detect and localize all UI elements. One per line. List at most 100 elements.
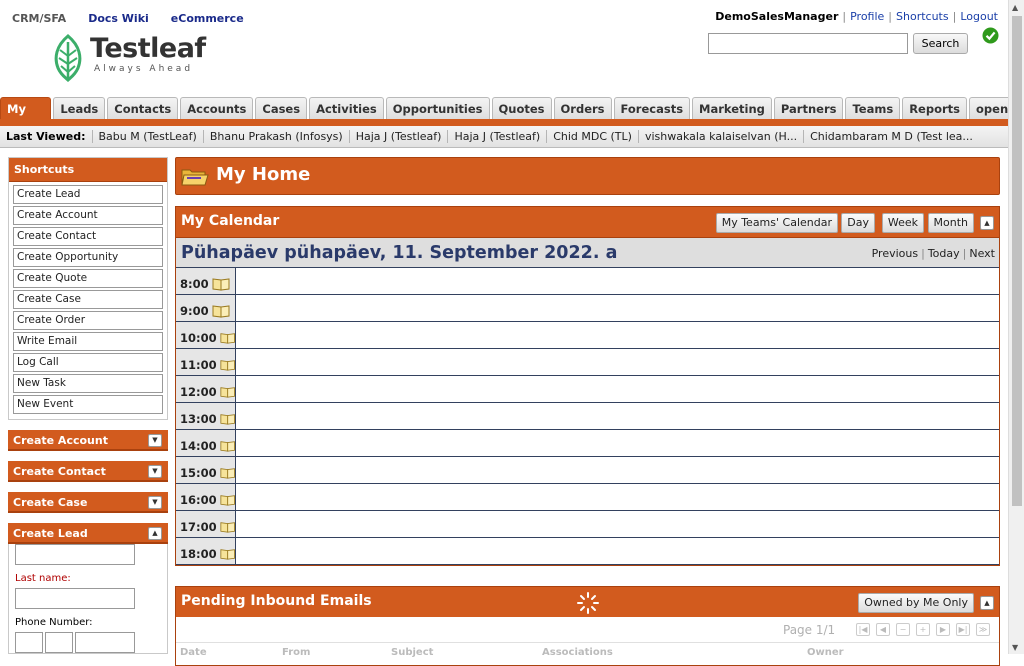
shortcut-write-email[interactable]: Write Email [13, 332, 163, 351]
hour-slot[interactable] [236, 376, 999, 402]
hour-slot[interactable] [236, 511, 999, 537]
column-subject[interactable]: Subject [391, 647, 433, 658]
logout-link[interactable]: Logout [960, 10, 998, 23]
add-event-book-icon[interactable] [220, 331, 235, 345]
scroll-down-icon[interactable]: ▼ [1012, 643, 1018, 652]
today-link[interactable]: Today [928, 247, 960, 260]
shortcut-create-contact[interactable]: Create Contact [13, 227, 163, 246]
expand-icon[interactable]: ▼ [148, 496, 162, 509]
shortcut-create-opportunity[interactable]: Create Opportunity [13, 248, 163, 267]
add-event-book-icon[interactable] [220, 520, 235, 534]
tab-teams[interactable]: Teams [845, 97, 901, 119]
profile-link[interactable]: Profile [850, 10, 884, 23]
shortcut-new-task[interactable]: New Task [13, 374, 163, 393]
shortcut-create-case[interactable]: Create Case [13, 290, 163, 309]
add-event-book-icon[interactable] [220, 547, 235, 561]
last-viewed-item[interactable]: Babu M (TestLeaf) [91, 130, 203, 143]
shortcut-new-event[interactable]: New Event [13, 395, 163, 414]
hour-slot[interactable] [236, 538, 999, 564]
hour-slot[interactable] [236, 484, 999, 510]
scroll-thumb[interactable] [1012, 16, 1022, 506]
collapse-icon[interactable]: ▲ [980, 216, 994, 230]
column-from[interactable]: From [282, 647, 310, 658]
next-page-icon[interactable]: ▶ [936, 623, 950, 636]
week-button[interactable]: Week [881, 213, 924, 233]
tab-accounts[interactable]: Accounts [180, 97, 254, 119]
my-teams-calendar-button[interactable]: My Teams' Calendar [715, 213, 838, 233]
column-date[interactable]: Date [180, 647, 207, 658]
last-viewed-item[interactable]: Chid MDC (TL) [546, 130, 638, 143]
tab-forecasts[interactable]: Forecasts [613, 97, 691, 119]
tab-marketing[interactable]: Marketing [692, 97, 772, 119]
shortcut-create-account[interactable]: Create Account [13, 206, 163, 225]
last-viewed-item[interactable]: Haja J (Testleaf) [348, 130, 448, 143]
tab-reports[interactable]: Reports [902, 97, 968, 119]
create-lead-panel[interactable]: Create Lead ▲ [8, 523, 168, 544]
collapse-icon[interactable]: ▲ [148, 527, 162, 540]
page-scrollbar[interactable]: ▲ ▼ [1008, 0, 1024, 654]
phone-number-field[interactable] [75, 632, 135, 653]
column-owner[interactable]: Owner [807, 647, 844, 658]
add-event-book-icon[interactable] [220, 358, 235, 372]
first-page-icon[interactable]: |◀ [856, 623, 870, 636]
first-name-field[interactable] [15, 544, 135, 565]
hour-slot[interactable] [236, 349, 999, 375]
last-name-field[interactable] [15, 588, 135, 609]
hour-slot[interactable] [236, 295, 999, 321]
tab-quotes[interactable]: Quotes [491, 97, 552, 119]
tab-contacts[interactable]: Contacts [107, 97, 179, 119]
column-associations[interactable]: Associations [542, 647, 613, 658]
tab-cases[interactable]: Cases [255, 97, 308, 119]
last-viewed-item[interactable]: vishwakala kalaiselvan (H... [637, 130, 803, 143]
hour-slot[interactable] [236, 268, 999, 294]
tab-activities[interactable]: Activities [309, 97, 384, 119]
tab-my-home[interactable]: My Home [0, 97, 52, 138]
create-contact-panel[interactable]: Create Contact ▼ [8, 461, 168, 482]
last-page-icon[interactable]: ▶| [956, 623, 970, 636]
add-event-book-icon[interactable] [220, 493, 235, 507]
expand-icon[interactable]: ▼ [148, 434, 162, 447]
tab-partners[interactable]: Partners [773, 97, 844, 119]
docs-wiki-link[interactable]: Docs Wiki [88, 12, 149, 25]
collapse-icon[interactable]: ▲ [980, 596, 994, 610]
hour-slot[interactable] [236, 457, 999, 483]
add-event-book-icon[interactable] [220, 466, 235, 480]
tab-leads[interactable]: Leads [53, 97, 106, 119]
logo[interactable]: Testleaf Always Ahead [52, 34, 206, 82]
expand-all-icon[interactable]: ≫ [976, 623, 990, 636]
add-event-book-icon[interactable] [220, 412, 235, 426]
create-account-panel[interactable]: Create Account ▼ [8, 430, 168, 451]
add-event-book-icon[interactable] [220, 439, 235, 453]
minus-icon[interactable]: − [896, 623, 910, 636]
search-input[interactable] [708, 33, 908, 54]
shortcut-log-call[interactable]: Log Call [13, 353, 163, 372]
last-viewed-item[interactable]: Haja J (Testleaf) [447, 130, 546, 143]
create-case-panel[interactable]: Create Case ▼ [8, 492, 168, 513]
last-viewed-item[interactable]: Bhanu Prakash (Infosys) [202, 130, 349, 143]
phone-country-code-field[interactable] [15, 632, 43, 653]
month-button[interactable]: Month [927, 213, 974, 233]
search-button[interactable]: Search [913, 33, 968, 54]
shortcut-create-order[interactable]: Create Order [13, 311, 163, 330]
next-link[interactable]: Next [969, 247, 995, 260]
scroll-up-icon[interactable]: ▲ [1012, 3, 1018, 12]
day-button[interactable]: Day [841, 213, 875, 233]
hour-slot[interactable] [236, 322, 999, 348]
owned-by-me-button[interactable]: Owned by Me Only [858, 593, 974, 613]
add-event-book-icon[interactable] [220, 385, 235, 399]
previous-link[interactable]: Previous [872, 247, 919, 260]
hour-slot[interactable] [236, 403, 999, 429]
shortcut-create-quote[interactable]: Create Quote [13, 269, 163, 288]
ecommerce-link[interactable]: eCommerce [171, 12, 244, 25]
tab-orders[interactable]: Orders [553, 97, 612, 119]
add-event-book-icon[interactable] [212, 304, 230, 318]
tab-opportunities[interactable]: Opportunities [385, 97, 490, 119]
last-viewed-item[interactable]: Chidambaram M D (Test lea... [803, 130, 979, 143]
phone-area-code-field[interactable] [45, 632, 73, 653]
hour-slot[interactable] [236, 430, 999, 456]
plus-icon[interactable]: + [916, 623, 930, 636]
expand-icon[interactable]: ▼ [148, 465, 162, 478]
shortcut-create-lead[interactable]: Create Lead [13, 185, 163, 204]
add-event-book-icon[interactable] [212, 277, 230, 291]
shortcuts-link[interactable]: Shortcuts [896, 10, 949, 23]
